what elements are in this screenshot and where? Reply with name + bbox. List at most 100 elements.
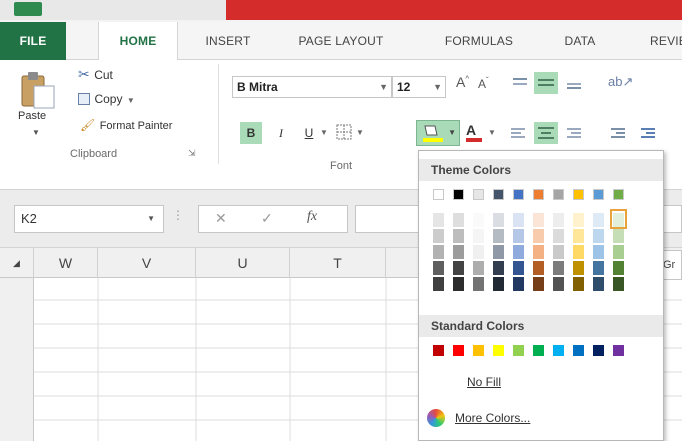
theme-color-swatch[interactable] [513,189,524,200]
underline-button[interactable]: U [300,122,318,144]
align-center-icon[interactable] [534,122,558,144]
theme-shade-swatch[interactable] [533,213,544,227]
standard-color-swatch[interactable] [533,345,544,356]
font-color-dropdown-arrow[interactable]: ▼ [488,128,496,137]
tab-data[interactable]: DATA [548,22,612,60]
fill-color-button[interactable]: ▼ [416,120,460,146]
fill-color-dropdown-arrow[interactable]: ▼ [448,128,456,137]
theme-color-swatch[interactable] [433,189,444,200]
theme-shade-swatch[interactable] [453,213,464,227]
standard-color-swatch[interactable] [453,345,464,356]
name-box[interactable]: K2 ▼ [14,205,164,233]
standard-color-swatch[interactable] [433,345,444,356]
theme-color-swatch[interactable] [453,189,464,200]
theme-shade-swatch[interactable] [513,229,524,243]
theme-shade-swatch[interactable] [533,245,544,259]
theme-shade-swatch[interactable] [533,229,544,243]
borders-dropdown-arrow[interactable]: ▼ [356,128,364,137]
align-right-icon[interactable] [566,126,582,145]
theme-shade-swatch[interactable] [613,261,624,275]
grow-font-button[interactable]: A^ [456,74,469,90]
select-all-button[interactable]: ◢ [0,248,34,278]
theme-shade-swatch[interactable] [473,261,484,275]
theme-shade-swatch[interactable] [593,277,604,291]
theme-color-swatch[interactable] [533,189,544,200]
tab-file[interactable]: FILE [0,22,66,60]
theme-shade-swatch[interactable] [593,261,604,275]
theme-shade-swatch[interactable] [453,245,464,259]
theme-shade-swatch[interactable] [573,213,584,227]
tab-formulas[interactable]: FORMULAS [434,22,524,60]
theme-shade-swatch[interactable] [433,261,444,275]
theme-shade-swatch[interactable] [513,261,524,275]
theme-color-swatch[interactable] [613,189,624,200]
orientation-icon[interactable]: ab↗ [608,74,633,90]
theme-shade-swatch[interactable] [453,277,464,291]
chevron-down-icon[interactable]: ▼ [147,206,155,232]
theme-shade-swatch[interactable] [513,213,524,227]
standard-color-swatch[interactable] [513,345,524,356]
column-header-u[interactable]: U [196,248,290,278]
theme-shade-swatch[interactable] [493,245,504,259]
theme-shade-swatch[interactable] [433,213,444,227]
theme-shade-swatch[interactable] [433,229,444,243]
standard-color-swatch[interactable] [593,345,604,356]
column-header-t[interactable]: T [290,248,386,278]
theme-shade-swatch[interactable] [513,277,524,291]
formula-bar-splitter[interactable]: ⋮ [172,208,184,222]
theme-color-swatch[interactable] [553,189,564,200]
insert-function-icon[interactable]: fx [307,209,317,225]
standard-color-swatch[interactable] [613,345,624,356]
theme-shade-swatch[interactable] [553,245,564,259]
theme-shade-swatch[interactable] [493,229,504,243]
align-middle-icon[interactable] [534,72,558,94]
shrink-font-button[interactable]: Aˇ [478,76,489,91]
format-painter-button[interactable]: 🖌 Format Painter [80,116,172,134]
theme-shade-swatch[interactable] [533,261,544,275]
theme-shade-swatch[interactable] [593,245,604,259]
font-color-button[interactable]: A [466,122,482,142]
theme-shade-swatch[interactable] [553,277,564,291]
column-header-w[interactable]: W [34,248,98,278]
paste-dropdown-arrow[interactable]: ▼ [32,128,40,137]
theme-shade-swatch[interactable] [533,277,544,291]
tab-review[interactable]: REVIEW [650,22,682,60]
theme-shade-swatch[interactable] [473,213,484,227]
theme-shade-swatch[interactable] [433,277,444,291]
theme-shade-swatch[interactable] [613,229,624,243]
chevron-down-icon[interactable]: ▼ [379,77,388,97]
underline-dropdown-arrow[interactable]: ▼ [320,128,328,137]
theme-shade-swatch[interactable] [593,213,604,227]
theme-shade-swatch[interactable] [573,277,584,291]
no-fill-option[interactable]: No Fill [467,375,501,389]
theme-shade-swatch[interactable] [613,245,624,259]
decrease-indent-icon[interactable] [610,126,626,145]
theme-shade-swatch[interactable] [573,229,584,243]
theme-color-swatch[interactable] [593,189,604,200]
theme-shade-swatch[interactable] [493,213,504,227]
font-name-combo[interactable]: B Mitra ▼ [232,76,392,98]
theme-color-swatch[interactable] [493,189,504,200]
theme-shade-swatch[interactable] [473,229,484,243]
align-top-icon[interactable] [512,76,528,95]
more-colors-option[interactable]: More Colors... [455,411,530,425]
borders-icon[interactable] [336,124,352,145]
theme-shade-swatch[interactable] [553,261,564,275]
copy-dropdown-arrow[interactable]: ▼ [127,96,135,105]
tab-insert[interactable]: INSERT [190,22,266,60]
increase-indent-icon[interactable] [640,126,656,145]
theme-shade-swatch[interactable] [493,261,504,275]
theme-shade-swatch[interactable] [553,229,564,243]
standard-color-swatch[interactable] [473,345,484,356]
tab-home[interactable]: HOME [98,22,178,61]
align-bottom-icon[interactable] [566,76,582,95]
theme-shade-swatch[interactable] [453,261,464,275]
cut-button[interactable]: ✂ Cut [78,66,113,84]
theme-shade-swatch[interactable] [433,245,444,259]
standard-color-swatch[interactable] [493,345,504,356]
theme-shade-swatch[interactable] [453,229,464,243]
theme-shade-swatch[interactable] [473,277,484,291]
chevron-down-icon[interactable]: ▼ [433,77,442,97]
theme-shade-swatch[interactable] [573,261,584,275]
copy-button[interactable]: Copy ▼ [78,90,135,108]
